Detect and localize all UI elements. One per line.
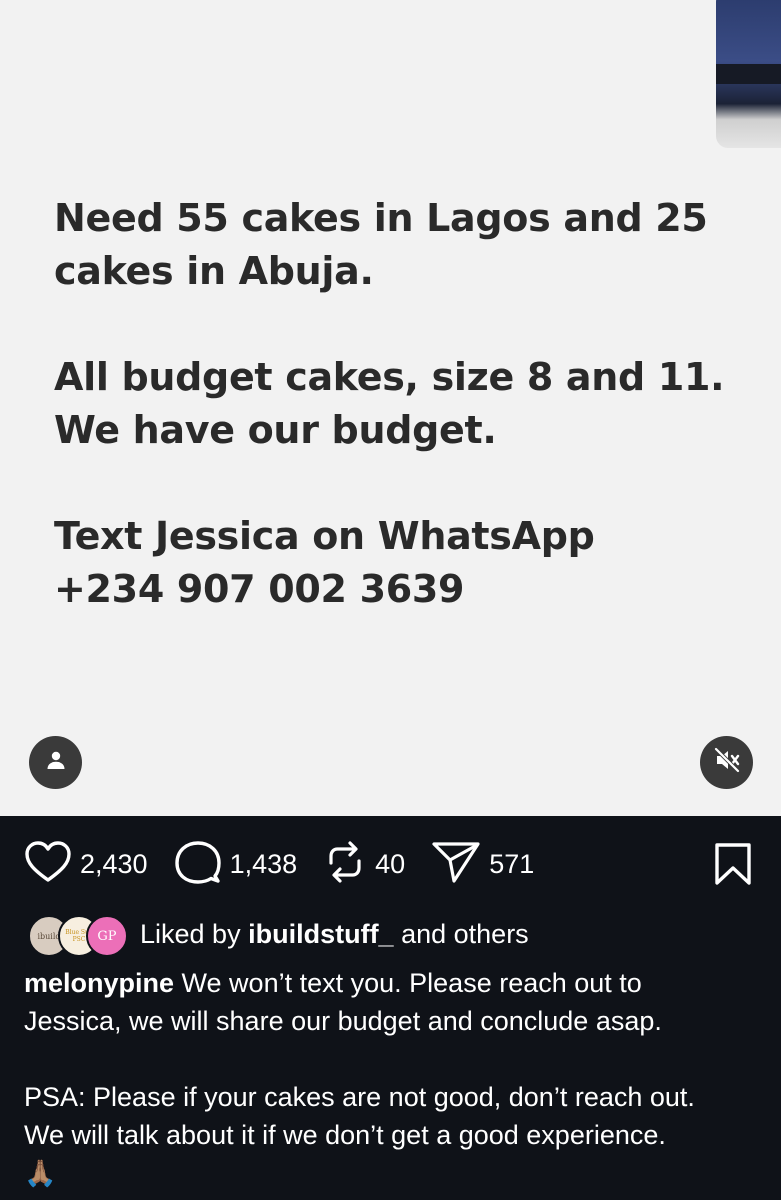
post-caption: melonypine We won’t text you. Please rea… bbox=[24, 964, 759, 1192]
like-count: 2,430 bbox=[80, 848, 148, 879]
save-button[interactable] bbox=[713, 842, 753, 891]
caption-text: Jessica, we will share our budget and co… bbox=[24, 1006, 662, 1036]
heart-icon bbox=[24, 840, 72, 889]
comment-count: 1,438 bbox=[229, 848, 298, 879]
post-actions-bar: 2,430 1,438 40 571 bbox=[24, 838, 757, 890]
caption-text: PSA: Please if your cakes are not good, … bbox=[24, 1082, 695, 1112]
praying-hands-emoji: 🙏🏽 bbox=[24, 1158, 57, 1188]
liked-by-row[interactable]: ibuild Blue Sun PSC GP Liked by ibuildst… bbox=[28, 912, 529, 957]
comment-button[interactable]: 1,438 bbox=[174, 839, 298, 890]
post-image-text: Need 55 cakes in Lagos and 25 cakes in A… bbox=[54, 192, 744, 616]
repost-button[interactable]: 40 bbox=[323, 839, 405, 890]
post-text-line: cakes in Abuja. bbox=[54, 249, 374, 293]
avatar: GP bbox=[86, 915, 128, 957]
avatar-logo-text: GP bbox=[97, 928, 117, 944]
repost-count: 40 bbox=[375, 848, 406, 879]
send-icon bbox=[431, 839, 481, 890]
repost-icon bbox=[323, 839, 367, 890]
user-icon bbox=[44, 748, 68, 777]
bookmark-icon bbox=[713, 843, 753, 890]
caption-text: We will talk about it if we don’t get a … bbox=[24, 1120, 666, 1150]
mute-button[interactable] bbox=[700, 736, 753, 789]
liker-avatars: ibuild Blue Sun PSC GP bbox=[28, 913, 128, 957]
liked-by-user-link[interactable]: ibuildstuff_ bbox=[248, 919, 393, 949]
speaker-muted-icon bbox=[713, 746, 741, 779]
liked-by-prefix: Liked by bbox=[140, 918, 241, 949]
liked-by-suffix: and others bbox=[401, 918, 529, 949]
media-thumbnail[interactable] bbox=[716, 0, 781, 148]
post-text-line: Need 55 cakes in Lagos and 25 bbox=[54, 196, 708, 240]
tagged-users-button[interactable] bbox=[29, 736, 82, 789]
comment-icon bbox=[174, 839, 222, 890]
post-text-line: All budget cakes, size 8 and 11. bbox=[54, 355, 725, 399]
caption-username-link[interactable]: melonypine bbox=[24, 968, 174, 998]
post-text-line: Text Jessica on WhatsApp bbox=[54, 514, 595, 558]
share-count: 571 bbox=[489, 848, 535, 879]
share-button[interactable]: 571 bbox=[431, 839, 534, 890]
like-button[interactable]: 2,430 bbox=[24, 840, 148, 889]
caption-text: We won’t text you. Please reach out to bbox=[181, 968, 642, 998]
post-media[interactable]: Need 55 cakes in Lagos and 25 cakes in A… bbox=[0, 0, 781, 816]
post-text-line: We have our budget. bbox=[54, 408, 497, 452]
post-text-line: +234 907 002 3639 bbox=[54, 567, 465, 611]
liked-by-text: Liked by ibuildstuff_ and others bbox=[140, 919, 529, 950]
